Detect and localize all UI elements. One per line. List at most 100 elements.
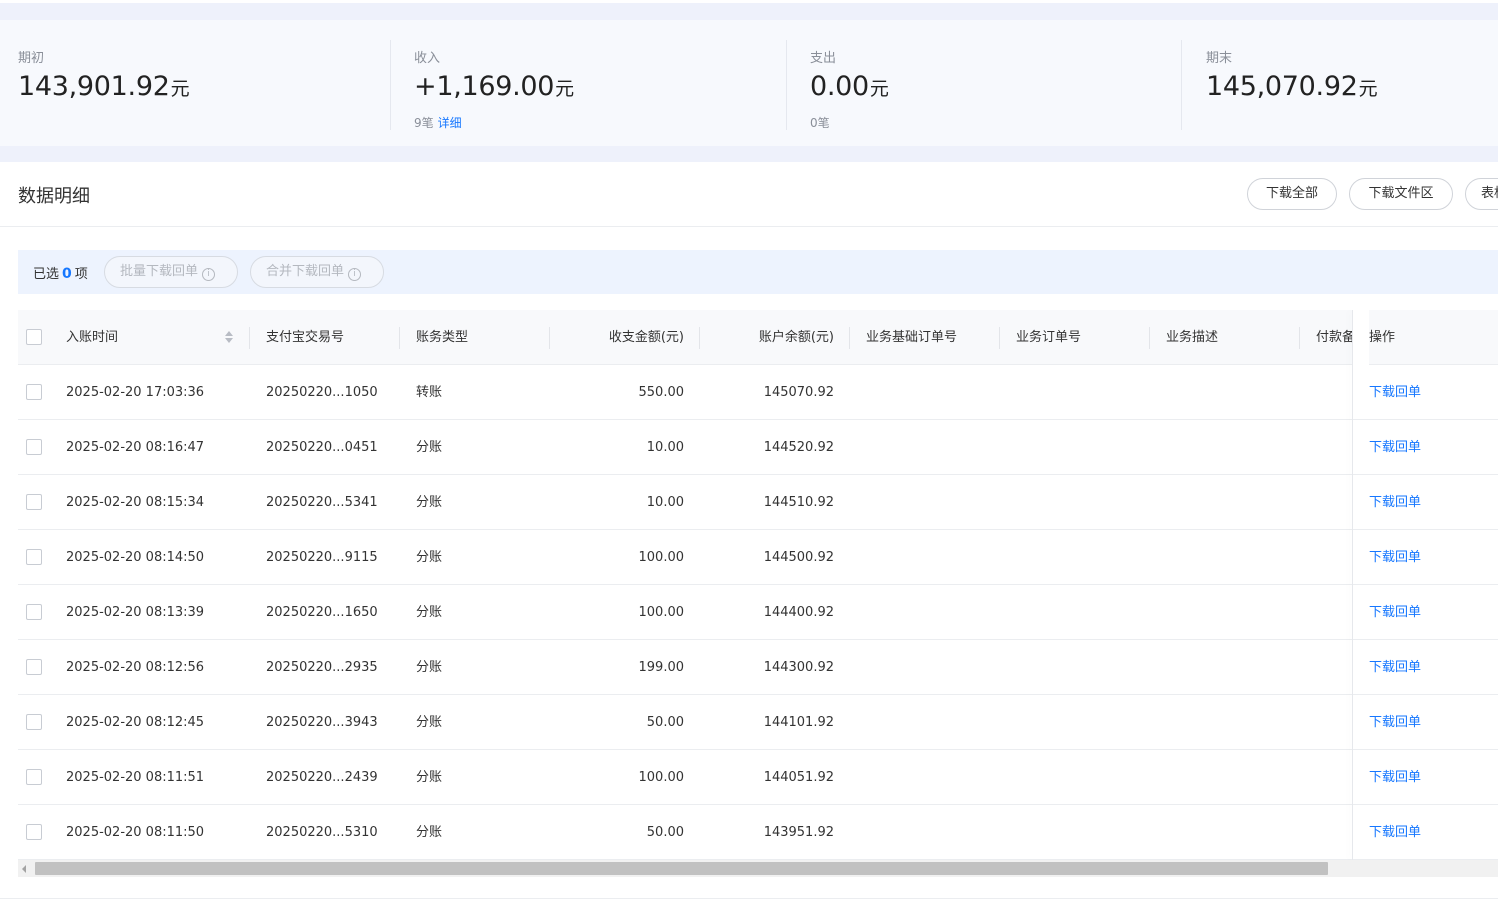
income-amount: +1,169.00元 <box>414 71 574 102</box>
cell-type: 转账 <box>416 385 443 400</box>
cell-type: 分账 <box>416 495 443 510</box>
cell-time: 2025-02-20 08:16:47 <box>66 440 205 455</box>
cell-amount: 100.00 <box>638 605 685 620</box>
cell-type: 分账 <box>416 660 443 675</box>
download-receipt-link[interactable]: 下载回单 <box>1369 585 1421 640</box>
cell-time: 2025-02-20 08:12:45 <box>66 715 205 730</box>
cell-balance: 144500.92 <box>763 550 834 565</box>
col-time[interactable]: 入账时间 <box>66 310 250 365</box>
download-receipt-link[interactable]: 下载回单 <box>1369 750 1421 805</box>
sort-icon[interactable] <box>224 330 234 344</box>
table-row: 2025-02-20 08:11:51 20250220...2439 分账 100.… <box>18 750 1498 805</box>
select-all-checkbox[interactable] <box>26 329 42 345</box>
scrollbar-thumb[interactable] <box>35 862 1328 875</box>
cell-balance: 144510.92 <box>763 495 834 510</box>
col-remark: 付款备注 <box>1316 330 1352 345</box>
cell-trade-no: 20250220...1050 <box>266 385 378 400</box>
table-row: 2025-02-20 08:15:34 20250220...5341 分账 10.0… <box>18 475 1498 530</box>
row-checkbox[interactable] <box>26 549 42 565</box>
row-checkbox[interactable] <box>26 714 42 730</box>
col-order: 业务订单号 <box>1016 310 1150 365</box>
download-receipt-link[interactable]: 下载回单 <box>1369 475 1421 530</box>
cell-trade-no: 20250220...5341 <box>266 495 378 510</box>
cell-type: 分账 <box>416 550 443 565</box>
table-row: 2025-02-20 17:03:36 20250220...1050 转账 550.… <box>18 365 1498 420</box>
info-icon: i <box>202 268 216 281</box>
selection-count: 0 <box>62 266 72 282</box>
cell-type: 分账 <box>416 605 443 620</box>
row-checkbox[interactable] <box>26 439 42 455</box>
download-receipt-link[interactable]: 下载回单 <box>1369 420 1421 475</box>
cell-trade-no: 20250220...2935 <box>266 660 378 675</box>
download-receipt-link[interactable]: 下载回单 <box>1369 640 1421 695</box>
cell-amount: 100.00 <box>638 550 685 565</box>
col-base-order: 业务基础订单号 <box>866 310 1000 365</box>
detail-header: 数据明细 下载全部 下载文件区 表格 <box>0 162 1498 227</box>
cell-time: 2025-02-20 08:13:39 <box>66 605 205 620</box>
horizontal-scrollbar[interactable] <box>18 860 1498 877</box>
bottom-divider <box>0 898 1498 899</box>
more-button-clip: 表格 <box>1465 178 1498 210</box>
cell-amount: 10.00 <box>646 495 684 510</box>
download-files-button[interactable]: 下载文件区 <box>1349 178 1453 210</box>
table-row: 2025-02-20 08:12:56 20250220...2935 分账 199.… <box>18 640 1498 695</box>
row-checkbox[interactable] <box>26 824 42 840</box>
table-row: 2025-02-20 08:16:47 20250220...0451 分账 10.0… <box>18 420 1498 475</box>
cell-balance: 144300.92 <box>763 660 834 675</box>
income-detail-link[interactable]: 详细 <box>438 116 462 130</box>
row-checkbox[interactable] <box>26 384 42 400</box>
cell-type: 分账 <box>416 825 443 840</box>
row-checkbox[interactable] <box>26 494 42 510</box>
selection-count-text: 已选 0 项 <box>33 266 88 282</box>
table-settings-button[interactable]: 表格 <box>1465 178 1498 210</box>
expense-label: 支出 <box>810 51 837 66</box>
cell-balance: 144400.92 <box>763 605 834 620</box>
cell-time: 2025-02-20 17:03:36 <box>66 385 205 400</box>
cell-balance: 144101.92 <box>763 715 834 730</box>
selection-bar: 已选 0 项 批量下载回单 i 合并下载回单 i <box>18 250 1498 294</box>
table-header: 入账时间 支付宝交易号 账务类型 收支金额(元) 账户余额(元) 业务基础订单号… <box>18 310 1498 365</box>
summary-income: 收入 +1,169.00元 9笔 详细 <box>390 40 787 130</box>
row-checkbox[interactable] <box>26 659 42 675</box>
cell-trade-no: 20250220...9115 <box>266 550 378 565</box>
download-receipt-link[interactable]: 下载回单 <box>1369 695 1421 750</box>
download-receipt-link[interactable]: 下载回单 <box>1369 530 1421 585</box>
cell-time: 2025-02-20 08:15:34 <box>66 495 205 510</box>
download-all-button[interactable]: 下载全部 <box>1247 178 1337 210</box>
col-amount: 收支金额(元) <box>550 310 700 365</box>
scroll-left-icon[interactable] <box>22 865 26 873</box>
batch-download-button[interactable]: 批量下载回单 i <box>104 256 238 288</box>
expense-amount: 0.00元 <box>810 71 889 102</box>
fixed-column-shadow <box>1352 310 1353 860</box>
cell-type: 分账 <box>416 770 443 785</box>
table-row: 2025-02-20 08:14:50 20250220...9115 分账 100.… <box>18 530 1498 585</box>
cell-balance: 143951.92 <box>763 825 834 840</box>
cell-trade-no: 20250220...3943 <box>266 715 378 730</box>
cell-trade-no: 20250220...5310 <box>266 825 378 840</box>
info-icon: i <box>348 268 362 281</box>
table-row: 2025-02-20 08:13:39 20250220...1650 分账 100.… <box>18 585 1498 640</box>
section-divider-band <box>0 146 1498 162</box>
row-checkbox[interactable] <box>26 604 42 620</box>
cell-trade-no: 20250220...2439 <box>266 770 378 785</box>
summary-opening: 期初 143,901.92元 <box>0 40 391 130</box>
row-checkbox[interactable] <box>26 769 42 785</box>
table-row: 2025-02-20 08:12:45 20250220...3943 分账 50.0… <box>18 695 1498 750</box>
col-action: 操作 <box>1369 310 1498 365</box>
opening-amount: 143,901.92元 <box>18 71 190 102</box>
cell-balance: 144051.92 <box>763 770 834 785</box>
cell-amount: 50.00 <box>646 715 684 730</box>
download-receipt-link[interactable]: 下载回单 <box>1369 805 1421 860</box>
table-row: 2025-02-20 08:11:50 20250220...5310 分账 50.0… <box>18 805 1498 860</box>
closing-label: 期末 <box>1206 51 1233 66</box>
detail-title: 数据明细 <box>18 186 90 207</box>
summary-panel: 期初 143,901.92元 收入 +1,169.00元 9笔 详细 支出 0.0… <box>0 20 1498 146</box>
download-receipt-link[interactable]: 下载回单 <box>1369 365 1421 420</box>
transactions-table: 入账时间 支付宝交易号 账务类型 收支金额(元) 账户余额(元) 业务基础订单号… <box>18 310 1498 860</box>
merge-download-button[interactable]: 合并下载回单 i <box>250 256 384 288</box>
cell-time: 2025-02-20 08:14:50 <box>66 550 205 565</box>
closing-amount: 145,070.92元 <box>1206 71 1378 102</box>
income-count: 9笔 详细 <box>414 116 462 130</box>
col-trade-no: 支付宝交易号 <box>266 310 400 365</box>
cell-amount: 100.00 <box>638 770 685 785</box>
